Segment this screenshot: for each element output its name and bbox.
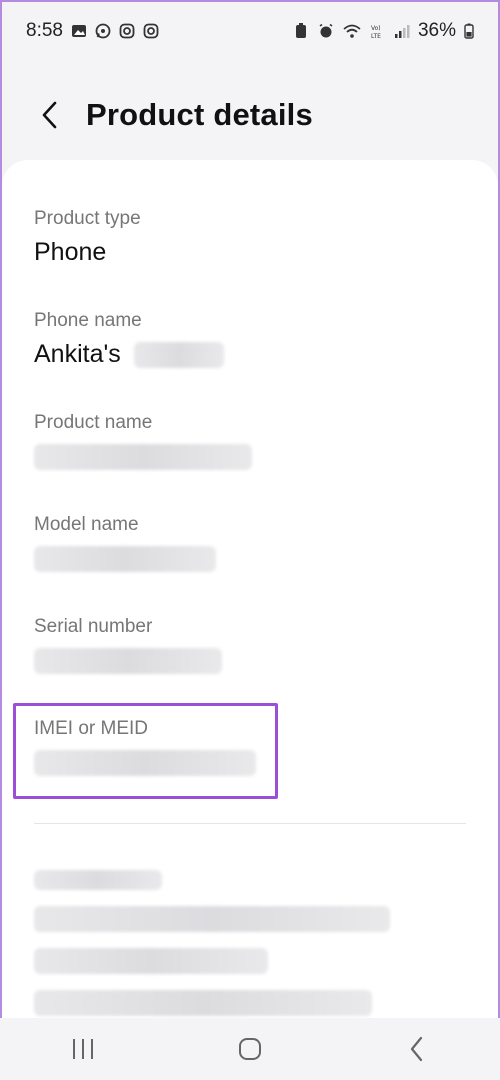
serial-number-label: Serial number bbox=[34, 616, 153, 637]
field-product-type[interactable]: Product type Phone bbox=[34, 208, 141, 267]
signal-icon bbox=[394, 23, 410, 39]
status-bar: 8:58 Vo) LTE 36% bbox=[0, 0, 500, 62]
status-time: 8:58 bbox=[26, 20, 63, 41]
volte-icon: Vo) LTE bbox=[370, 23, 386, 40]
blurred-line bbox=[34, 990, 390, 1016]
blurred-line bbox=[34, 906, 390, 932]
product-type-label: Product type bbox=[34, 208, 141, 229]
recents-icon bbox=[73, 1039, 94, 1059]
product-type-value: Phone bbox=[34, 238, 107, 266]
battery-icon bbox=[464, 23, 474, 39]
instagram-notification-icon bbox=[119, 23, 135, 39]
status-right: Vo) LTE 36% bbox=[294, 20, 474, 42]
serial-number-value-row bbox=[34, 646, 222, 675]
model-name-label: Model name bbox=[34, 514, 139, 535]
phone-name-value-row: Ankita's bbox=[34, 340, 224, 369]
imei-highlight-box bbox=[13, 703, 278, 799]
page-title: Product details bbox=[86, 97, 313, 132]
svg-text:Vo): Vo) bbox=[371, 25, 381, 32]
battery-saver-icon bbox=[294, 23, 310, 39]
blurred-serial-number bbox=[34, 648, 222, 675]
blurred-software-info bbox=[34, 870, 390, 1032]
model-name-value-row bbox=[34, 544, 216, 573]
section-divider bbox=[34, 823, 466, 824]
home-icon bbox=[238, 1038, 261, 1060]
svg-text:LTE: LTE bbox=[371, 33, 381, 39]
blurred-phone-name bbox=[133, 342, 224, 369]
whatsapp-notification-icon bbox=[95, 23, 111, 39]
product-name-label: Product name bbox=[34, 412, 153, 433]
back-button[interactable] bbox=[20, 85, 80, 145]
phone-name-label: Phone name bbox=[34, 310, 142, 331]
blurred-line bbox=[34, 870, 390, 890]
app-header: Product details bbox=[0, 80, 500, 150]
navigation-bar bbox=[0, 1018, 500, 1080]
product-name-value-row bbox=[34, 442, 252, 471]
back-icon bbox=[410, 1036, 422, 1062]
blurred-line bbox=[34, 948, 390, 974]
phone-name-value: Ankita's bbox=[34, 340, 121, 368]
field-model-name[interactable]: Model name bbox=[34, 514, 216, 573]
recents-button[interactable] bbox=[53, 1024, 113, 1074]
gallery-notification-icon bbox=[71, 23, 87, 39]
field-product-name[interactable]: Product name bbox=[34, 412, 252, 471]
battery-percent: 36% bbox=[417, 20, 456, 41]
blurred-model-name bbox=[34, 546, 216, 573]
field-phone-name[interactable]: Phone name Ankita's bbox=[34, 310, 224, 369]
instagram-notification-icon-2 bbox=[143, 23, 159, 39]
alarm-icon bbox=[318, 23, 334, 39]
chevron-left-icon bbox=[42, 101, 57, 129]
status-left: 8:58 bbox=[26, 20, 159, 42]
wifi-icon bbox=[342, 23, 362, 39]
blurred-product-name bbox=[34, 444, 252, 471]
nav-back-button[interactable] bbox=[387, 1024, 447, 1074]
home-button[interactable] bbox=[220, 1024, 280, 1074]
field-serial-number[interactable]: Serial number bbox=[34, 616, 222, 675]
